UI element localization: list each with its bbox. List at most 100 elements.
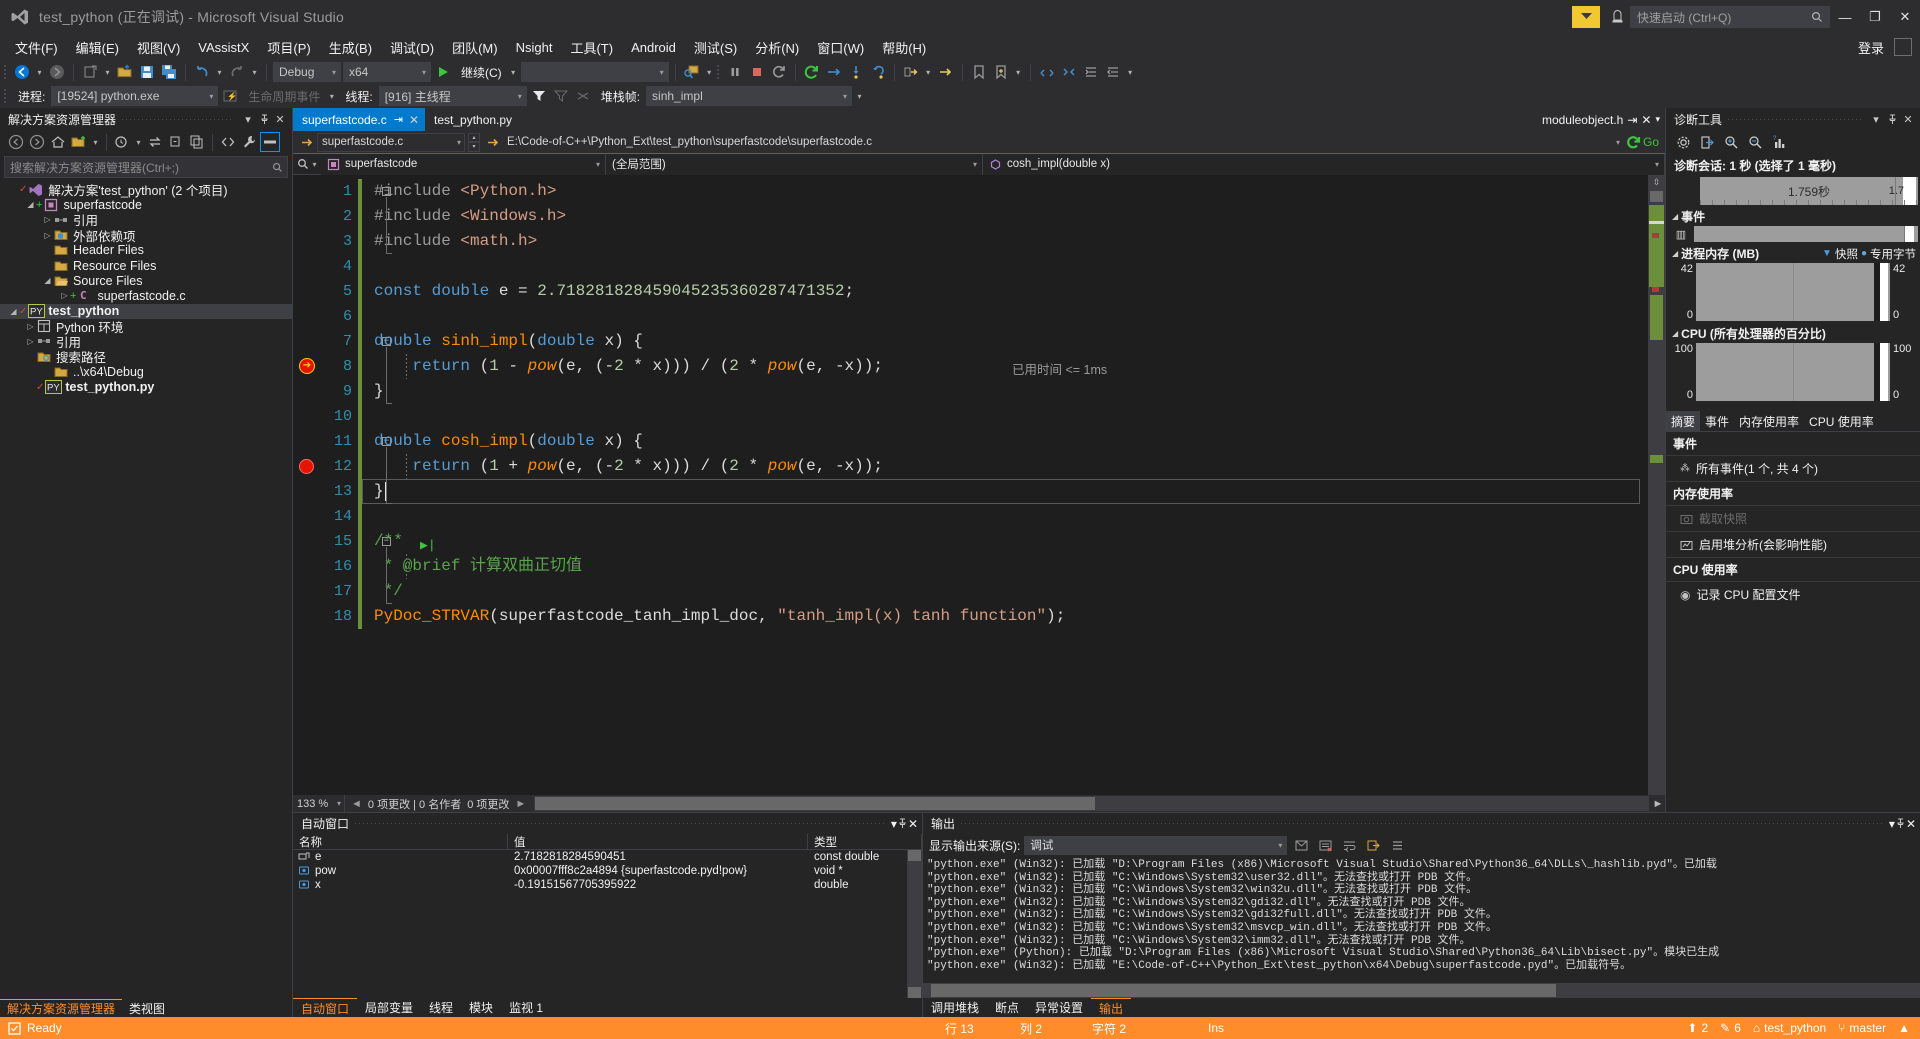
code-line[interactable]: /**: [374, 529, 403, 554]
tree-item--[interactable]: ▷ 引用: [0, 212, 292, 228]
summary-enable-heap-row[interactable]: 启用堆分析(会影响性能): [1666, 532, 1920, 558]
process-combo[interactable]: [19524] python.exe ▾: [51, 86, 219, 106]
chevron-down-icon[interactable]: ◢: [42, 276, 53, 285]
scope-combo[interactable]: (全局范围) ▾: [606, 153, 983, 175]
tree-item--test-python-2-[interactable]: ✓ 解决方案'test_python' (2 个项目): [0, 182, 292, 198]
pin-icon[interactable]: [897, 818, 908, 829]
menu-item-help[interactable]: 帮助(H): [873, 35, 935, 60]
pause-icon[interactable]: [725, 62, 745, 82]
notifications-icon[interactable]: [1604, 6, 1630, 28]
navigate-forward-icon[interactable]: [47, 62, 67, 82]
close-icon[interactable]: ✕: [1641, 113, 1651, 127]
diag-tab-cpu[interactable]: CPU 使用率: [1804, 411, 1879, 432]
se-new-folder-dropdown-icon[interactable]: ▾: [90, 132, 101, 152]
continue-label[interactable]: 继续(C): [461, 64, 502, 81]
menu-item-vassistx[interactable]: VAssistX: [189, 37, 258, 58]
chart-settings-icon[interactable]: ?: [1772, 135, 1787, 150]
process-step-dropdown-icon[interactable]: ▾: [923, 62, 934, 82]
code-line[interactable]: #include <Python.h>: [374, 179, 556, 204]
memory-section-header[interactable]: ◢ 进程内存 (MB) ▼ 快照 ● 专用字节: [1666, 242, 1920, 263]
project-scope-combo[interactable]: superfastcode ▾: [321, 153, 606, 175]
step-over-arrow-icon[interactable]: [824, 62, 844, 82]
menu-item-edit[interactable]: 编辑(E): [67, 35, 128, 60]
tab-list-dropdown-icon[interactable]: ▾: [1655, 114, 1660, 125]
solution-platform-combo[interactable]: x64 ▾: [343, 62, 431, 82]
se-home-icon[interactable]: [48, 132, 68, 152]
close-pane-icon[interactable]: ✕: [1906, 817, 1916, 831]
code-line[interactable]: const double e = 2.718281828459045235360…: [374, 279, 854, 304]
continue-play-icon[interactable]: [433, 62, 453, 82]
toolbar-grip-2[interactable]: [716, 64, 723, 81]
summary-take-snapshot-row[interactable]: 截取快照: [1666, 506, 1920, 532]
undo-dropdown-icon[interactable]: ▾: [214, 62, 225, 82]
save-all-icon[interactable]: [159, 62, 179, 82]
attach-dropdown-icon[interactable]: ▾: [704, 62, 715, 82]
pin-icon[interactable]: [1884, 110, 1900, 128]
tab-watch-1[interactable]: 监视 1: [501, 998, 551, 1017]
uncomment-lines-icon[interactable]: [1059, 62, 1079, 82]
nav-search-icon[interactable]: ▾: [293, 158, 321, 171]
code-line[interactable]: #include <Windows.h>: [374, 204, 566, 229]
process-step-icon[interactable]: [901, 62, 921, 82]
close-button[interactable]: ✕: [1890, 0, 1920, 34]
account-icon[interactable]: [1894, 38, 1912, 56]
status-pending-edits[interactable]: ✎ 6: [1720, 1021, 1741, 1035]
menu-item-project[interactable]: 项目(P): [258, 35, 319, 60]
menu-item-test[interactable]: 测试(S): [685, 35, 746, 60]
indent-icon[interactable]: [1081, 62, 1101, 82]
chevron-right-icon[interactable]: ▷: [25, 337, 36, 346]
summary-events-row[interactable]: ⁂ 所有事件(1 个, 共 4 个): [1666, 456, 1920, 482]
close-pane-icon[interactable]: ✕: [1900, 110, 1916, 128]
flag-unfilter-icon[interactable]: [551, 86, 571, 106]
tree-item-source-files[interactable]: ◢ Source Files: [0, 273, 292, 288]
editor-vertical-scrollbar[interactable]: ⇳: [1648, 175, 1665, 795]
status-notification-icon[interactable]: ▲: [1898, 1021, 1910, 1035]
menu-item-tools[interactable]: 工具(T): [561, 35, 622, 60]
code-line[interactable]: #include <math.h>: [374, 229, 537, 254]
go-button[interactable]: Go: [1626, 134, 1659, 150]
chevron-down-icon[interactable]: ◢: [8, 307, 19, 316]
close-pane-icon[interactable]: ✕: [908, 817, 918, 831]
menu-item-view[interactable]: 视图(V): [128, 35, 189, 60]
tree-item-resource-files[interactable]: Resource Files: [0, 258, 292, 273]
stop-debugging-icon[interactable]: [747, 62, 767, 82]
tree-item-header-files[interactable]: Header Files: [0, 243, 292, 258]
pane-dropdown-icon[interactable]: ▾: [240, 110, 256, 128]
file-path-combo[interactable]: E:\Code-of-C++\Python_Ext\test_python\su…: [503, 132, 1623, 152]
tab-modules[interactable]: 模块: [461, 998, 501, 1017]
tree-item-superfastcode[interactable]: ◢ + superfastcode: [0, 197, 292, 212]
tree-item-superfastcode-c[interactable]: ▷ + Csuperfastcode.c: [0, 288, 292, 303]
export-icon[interactable]: [1700, 135, 1715, 150]
unflag-icon[interactable]: [573, 86, 593, 106]
tab-output[interactable]: 输出: [1091, 998, 1132, 1017]
stackframe-combo[interactable]: sinh_impl ▾: [646, 86, 853, 106]
code-editor[interactable]: 123456789101112131415161718 −#include <P…: [293, 175, 1665, 795]
navigate-backward-dropdown-icon[interactable]: ▾: [34, 62, 45, 82]
se-show-all-files-icon[interactable]: [218, 132, 238, 152]
chevron-right-icon[interactable]: ▷: [59, 291, 70, 300]
minimize-button[interactable]: —: [1830, 0, 1860, 34]
se-forward-icon[interactable]: [27, 132, 47, 152]
lifecycle-events-icon[interactable]: ⚡: [220, 86, 240, 106]
undo-icon[interactable]: [192, 62, 212, 82]
chevron-right-icon[interactable]: ▷: [25, 322, 36, 331]
breakpoint-icon[interactable]: [299, 459, 314, 474]
tab-breakpoints[interactable]: 断点: [987, 998, 1027, 1017]
scroll-thumb[interactable]: [1649, 205, 1664, 287]
menu-item-window[interactable]: 窗口(W): [808, 35, 873, 60]
comment-run-icon[interactable]: ▶|: [420, 533, 436, 558]
quick-launch-input[interactable]: 快速启动 (Ctrl+Q): [1630, 6, 1830, 28]
se-new-folder-icon[interactable]: [69, 132, 89, 152]
se-pending-changes-icon[interactable]: [112, 132, 132, 152]
status-branch[interactable]: ⑂ master: [1838, 1021, 1886, 1035]
autos-row[interactable]: x -0.19151567705395922 double: [293, 878, 907, 892]
lifecycle-dropdown-icon[interactable]: ▾: [326, 86, 337, 106]
autos-col-type[interactable]: 类型: [808, 834, 922, 849]
autos-row[interactable]: pow 0x00007fff8c2a4894 {superfastcode.pyd…: [293, 864, 907, 878]
autos-vertical-scrollbar[interactable]: [907, 850, 922, 998]
solution-tree[interactable]: ✓ 解决方案'test_python' (2 个项目) ◢ + superfastcod…: [0, 180, 292, 999]
pin-icon[interactable]: [256, 110, 272, 128]
diagnostics-timeline[interactable]: 1.759秒 1.7: [1668, 177, 1918, 205]
tab-threads[interactable]: 线程: [421, 998, 461, 1017]
toolbar-overflow-icon[interactable]: ▾: [1125, 62, 1136, 82]
